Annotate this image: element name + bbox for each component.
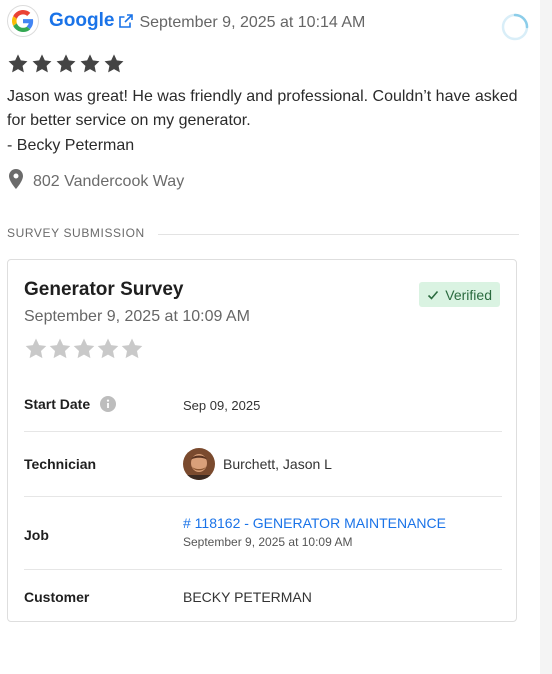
technician-name: Burchett, Jason L xyxy=(223,456,332,472)
survey-date: September 9, 2025 at 10:09 AM xyxy=(24,308,250,325)
star-filled-icon xyxy=(103,53,125,75)
review-author: - Becky Peterman xyxy=(7,137,135,154)
review-rating xyxy=(7,53,125,75)
survey-card: Generator Survey September 9, 2025 at 10… xyxy=(7,259,517,622)
star-filled-icon xyxy=(31,53,53,75)
map-pin-icon xyxy=(9,169,23,194)
job-link[interactable]: # 118162 - GENERATOR MAINTENANCE xyxy=(183,515,446,531)
star-filled-icon xyxy=(55,53,77,75)
location-text: 802 Vandercook Way xyxy=(33,172,185,190)
verified-badge: Verified xyxy=(419,282,500,307)
job-row: Job # 118162 - GENERATOR MAINTENANCE Sep… xyxy=(24,515,502,555)
star-empty-icon xyxy=(24,337,48,366)
check-icon xyxy=(427,289,439,301)
info-icon[interactable] xyxy=(100,396,117,412)
technician-row: Technician Burchett, Jason L xyxy=(24,448,502,480)
star-filled-icon xyxy=(7,53,29,75)
external-link-icon xyxy=(119,14,134,28)
customer-row: Customer BECKY PETERMAN xyxy=(24,587,502,609)
star-filled-icon xyxy=(79,53,101,75)
star-empty-icon xyxy=(120,337,144,366)
star-empty-icon xyxy=(48,337,72,366)
start-date-row: Start Date Sep 09, 2025 xyxy=(24,394,502,416)
scrollbar-track xyxy=(540,0,552,674)
start-date-value: Sep 09, 2025 xyxy=(183,398,261,413)
review-date: September 9, 2025 at 10:14 AM xyxy=(139,13,366,31)
loading-spinner-icon xyxy=(500,12,530,42)
row-divider xyxy=(24,431,502,432)
job-date: September 9, 2025 at 10:09 AM xyxy=(183,535,353,549)
survey-title: Generator Survey xyxy=(24,279,184,300)
verified-label: Verified xyxy=(445,286,492,303)
star-empty-icon xyxy=(72,337,96,366)
section-divider xyxy=(158,234,519,235)
survey-rating xyxy=(24,337,144,366)
customer-value: BECKY PETERMAN xyxy=(183,589,312,605)
section-label: SURVEY SUBMISSION xyxy=(7,226,145,240)
technician-label: Technician xyxy=(24,456,97,472)
row-divider xyxy=(24,569,502,570)
source-name: Google xyxy=(49,10,115,31)
technician-avatar xyxy=(183,448,215,480)
google-source-link[interactable]: Google xyxy=(49,10,134,32)
google-logo-icon xyxy=(7,5,39,37)
review-location: 802 Vandercook Way xyxy=(9,169,184,194)
review-text: Jason was great! He was friendly and pro… xyxy=(7,88,518,129)
customer-label: Customer xyxy=(24,589,90,605)
job-label: Job xyxy=(24,527,49,543)
review-header: Google September 9, 2025 at 10:14 AM xyxy=(7,4,365,38)
start-date-label: Start Date xyxy=(24,396,91,412)
star-empty-icon xyxy=(96,337,120,366)
row-divider xyxy=(24,496,502,497)
